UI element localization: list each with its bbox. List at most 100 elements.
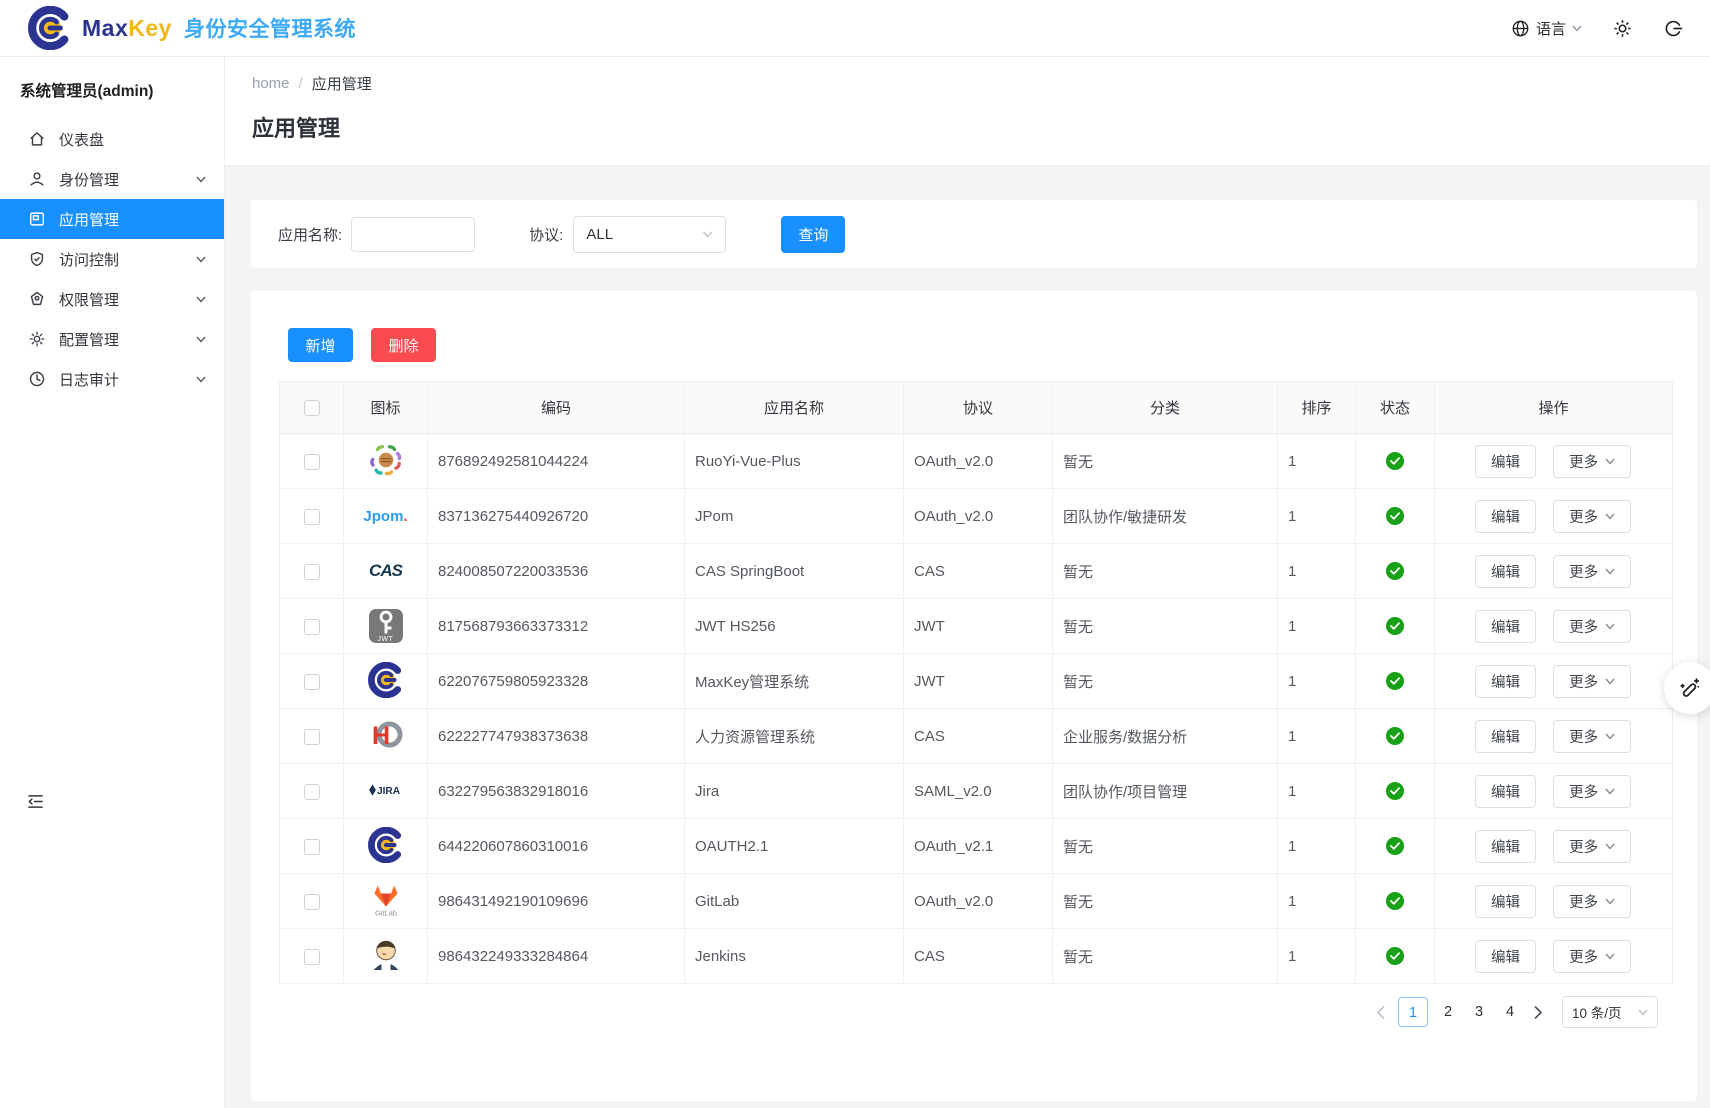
more-label: 更多 bbox=[1569, 946, 1598, 967]
sidebar-item-label: 身份管理 bbox=[59, 169, 183, 190]
sidebar-item-label: 应用管理 bbox=[59, 209, 206, 230]
breadcrumb-home-link[interactable]: home bbox=[252, 75, 290, 92]
table-row: GitLab 986431492190109696 GitLab OAuth_v… bbox=[280, 874, 1673, 929]
applications-table: 图标 编码 应用名称 协议 分类 排序 状态 操作 87689249258104… bbox=[279, 381, 1673, 984]
apps-icon bbox=[28, 210, 46, 228]
sidebar-collapse-button[interactable] bbox=[26, 793, 45, 810]
theme-tool-button[interactable] bbox=[1664, 662, 1710, 714]
add-button[interactable]: 新增 bbox=[288, 328, 353, 362]
row-checkbox[interactable] bbox=[304, 949, 320, 965]
edit-button[interactable]: 编辑 bbox=[1475, 445, 1536, 478]
sidebar-item-configuration[interactable]: 配置管理 bbox=[0, 319, 224, 359]
more-label: 更多 bbox=[1569, 726, 1598, 747]
search-button[interactable]: 查询 bbox=[781, 216, 845, 253]
identity-icon bbox=[28, 170, 46, 188]
row-checkbox[interactable] bbox=[304, 509, 320, 525]
page-button-4[interactable]: 4 bbox=[1499, 997, 1521, 1027]
brand-title: MaxKey身份安全管理系统 bbox=[82, 13, 356, 43]
chevron-down-icon bbox=[196, 256, 206, 263]
sidebar-item-label: 仪表盘 bbox=[59, 129, 206, 150]
jenkins-app-icon bbox=[367, 936, 405, 974]
sidebar-item-audit-log[interactable]: 日志审计 bbox=[0, 359, 224, 399]
page-button-1[interactable]: 1 bbox=[1398, 997, 1428, 1027]
row-checkbox[interactable] bbox=[304, 729, 320, 745]
sidebar-item-applications[interactable]: 应用管理 bbox=[0, 199, 224, 239]
jwt-app-icon: JWT bbox=[367, 607, 405, 645]
edit-button[interactable]: 编辑 bbox=[1475, 610, 1536, 643]
more-label: 更多 bbox=[1569, 506, 1598, 527]
language-switcher[interactable]: 语言 bbox=[1511, 18, 1582, 39]
edit-button[interactable]: 编辑 bbox=[1475, 830, 1536, 863]
select-all-checkbox[interactable] bbox=[304, 400, 320, 416]
app-name: Jenkins bbox=[685, 929, 904, 984]
page-size-value: 10 条/页 bbox=[1572, 1002, 1622, 1022]
chevron-down-icon bbox=[1605, 458, 1615, 465]
row-checkbox[interactable] bbox=[304, 894, 320, 910]
settings-button[interactable] bbox=[1612, 18, 1633, 39]
current-user-label: 系统管理员(admin) bbox=[0, 57, 224, 111]
brand-subtitle: 身份安全管理系统 bbox=[184, 13, 356, 43]
sidebar-item-dashboard[interactable]: 仪表盘 bbox=[0, 119, 224, 159]
app-sort: 1 bbox=[1278, 929, 1356, 984]
dashboard-icon bbox=[28, 130, 46, 148]
more-button[interactable]: 更多 bbox=[1553, 555, 1631, 588]
edit-button[interactable]: 编辑 bbox=[1475, 940, 1536, 973]
sidebar-item-identity[interactable]: 身份管理 bbox=[0, 159, 224, 199]
status-enabled-icon bbox=[1386, 562, 1404, 580]
app-code: 837136275440926720 bbox=[428, 489, 685, 544]
app-protocol: SAML_v2.0 bbox=[904, 764, 1053, 819]
more-button[interactable]: 更多 bbox=[1553, 500, 1631, 533]
page-button-3[interactable]: 3 bbox=[1468, 997, 1490, 1027]
status-enabled-icon bbox=[1386, 837, 1404, 855]
app-name-input[interactable] bbox=[351, 217, 475, 252]
app-code: 644220607860310016 bbox=[428, 819, 685, 874]
app-protocol: CAS bbox=[904, 929, 1053, 984]
more-button[interactable]: 更多 bbox=[1553, 775, 1631, 808]
edit-button[interactable]: 编辑 bbox=[1475, 775, 1536, 808]
table-row: JIRA 632279563832918016 Jira SAML_v2.0 团… bbox=[280, 764, 1673, 819]
more-label: 更多 bbox=[1569, 671, 1598, 692]
page-button-2[interactable]: 2 bbox=[1437, 997, 1459, 1027]
app-sort: 1 bbox=[1278, 654, 1356, 709]
edit-button[interactable]: 编辑 bbox=[1475, 885, 1536, 918]
more-button[interactable]: 更多 bbox=[1553, 665, 1631, 698]
sidebar-item-access-control[interactable]: 访问控制 bbox=[0, 239, 224, 279]
row-checkbox[interactable] bbox=[304, 674, 320, 690]
more-button[interactable]: 更多 bbox=[1553, 885, 1631, 918]
more-button[interactable]: 更多 bbox=[1553, 610, 1631, 643]
sidebar-item-permissions[interactable]: 权限管理 bbox=[0, 279, 224, 319]
sidebar-item-label: 配置管理 bbox=[59, 329, 183, 350]
maxkey-app-icon bbox=[367, 661, 405, 699]
chevron-down-icon bbox=[1605, 623, 1615, 630]
app-name-label: 应用名称: bbox=[278, 224, 342, 245]
chevron-down-icon bbox=[1605, 898, 1615, 905]
app-code: 986432249333284864 bbox=[428, 929, 685, 984]
protocol-select[interactable]: ALL bbox=[573, 216, 726, 253]
status-enabled-icon bbox=[1386, 947, 1404, 965]
row-checkbox[interactable] bbox=[304, 839, 320, 855]
previous-page-button[interactable] bbox=[1372, 1006, 1389, 1019]
logout-button[interactable] bbox=[1663, 18, 1684, 39]
next-page-button[interactable] bbox=[1530, 1006, 1547, 1019]
more-button[interactable]: 更多 bbox=[1553, 830, 1631, 863]
app-sort: 1 bbox=[1278, 709, 1356, 764]
edit-button[interactable]: 编辑 bbox=[1475, 555, 1536, 588]
row-checkbox[interactable] bbox=[304, 784, 320, 800]
app-category: 暂无 bbox=[1053, 819, 1278, 874]
table-row: 986432249333284864 Jenkins CAS 暂无 1 编辑 更… bbox=[280, 929, 1673, 984]
app-code: 622076759805923328 bbox=[428, 654, 685, 709]
edit-button[interactable]: 编辑 bbox=[1475, 665, 1536, 698]
more-button[interactable]: 更多 bbox=[1553, 940, 1631, 973]
more-button[interactable]: 更多 bbox=[1553, 720, 1631, 753]
page-size-select[interactable]: 10 条/页 bbox=[1562, 996, 1658, 1028]
chevron-down-icon bbox=[196, 336, 206, 343]
row-checkbox[interactable] bbox=[304, 619, 320, 635]
row-checkbox[interactable] bbox=[304, 564, 320, 580]
delete-button[interactable]: 删除 bbox=[371, 328, 436, 362]
row-checkbox[interactable] bbox=[304, 454, 320, 470]
edit-button[interactable]: 编辑 bbox=[1475, 500, 1536, 533]
more-button[interactable]: 更多 bbox=[1553, 445, 1631, 478]
edit-button[interactable]: 编辑 bbox=[1475, 720, 1536, 753]
svg-text:H: H bbox=[372, 722, 390, 750]
app-name: Jira bbox=[685, 764, 904, 819]
